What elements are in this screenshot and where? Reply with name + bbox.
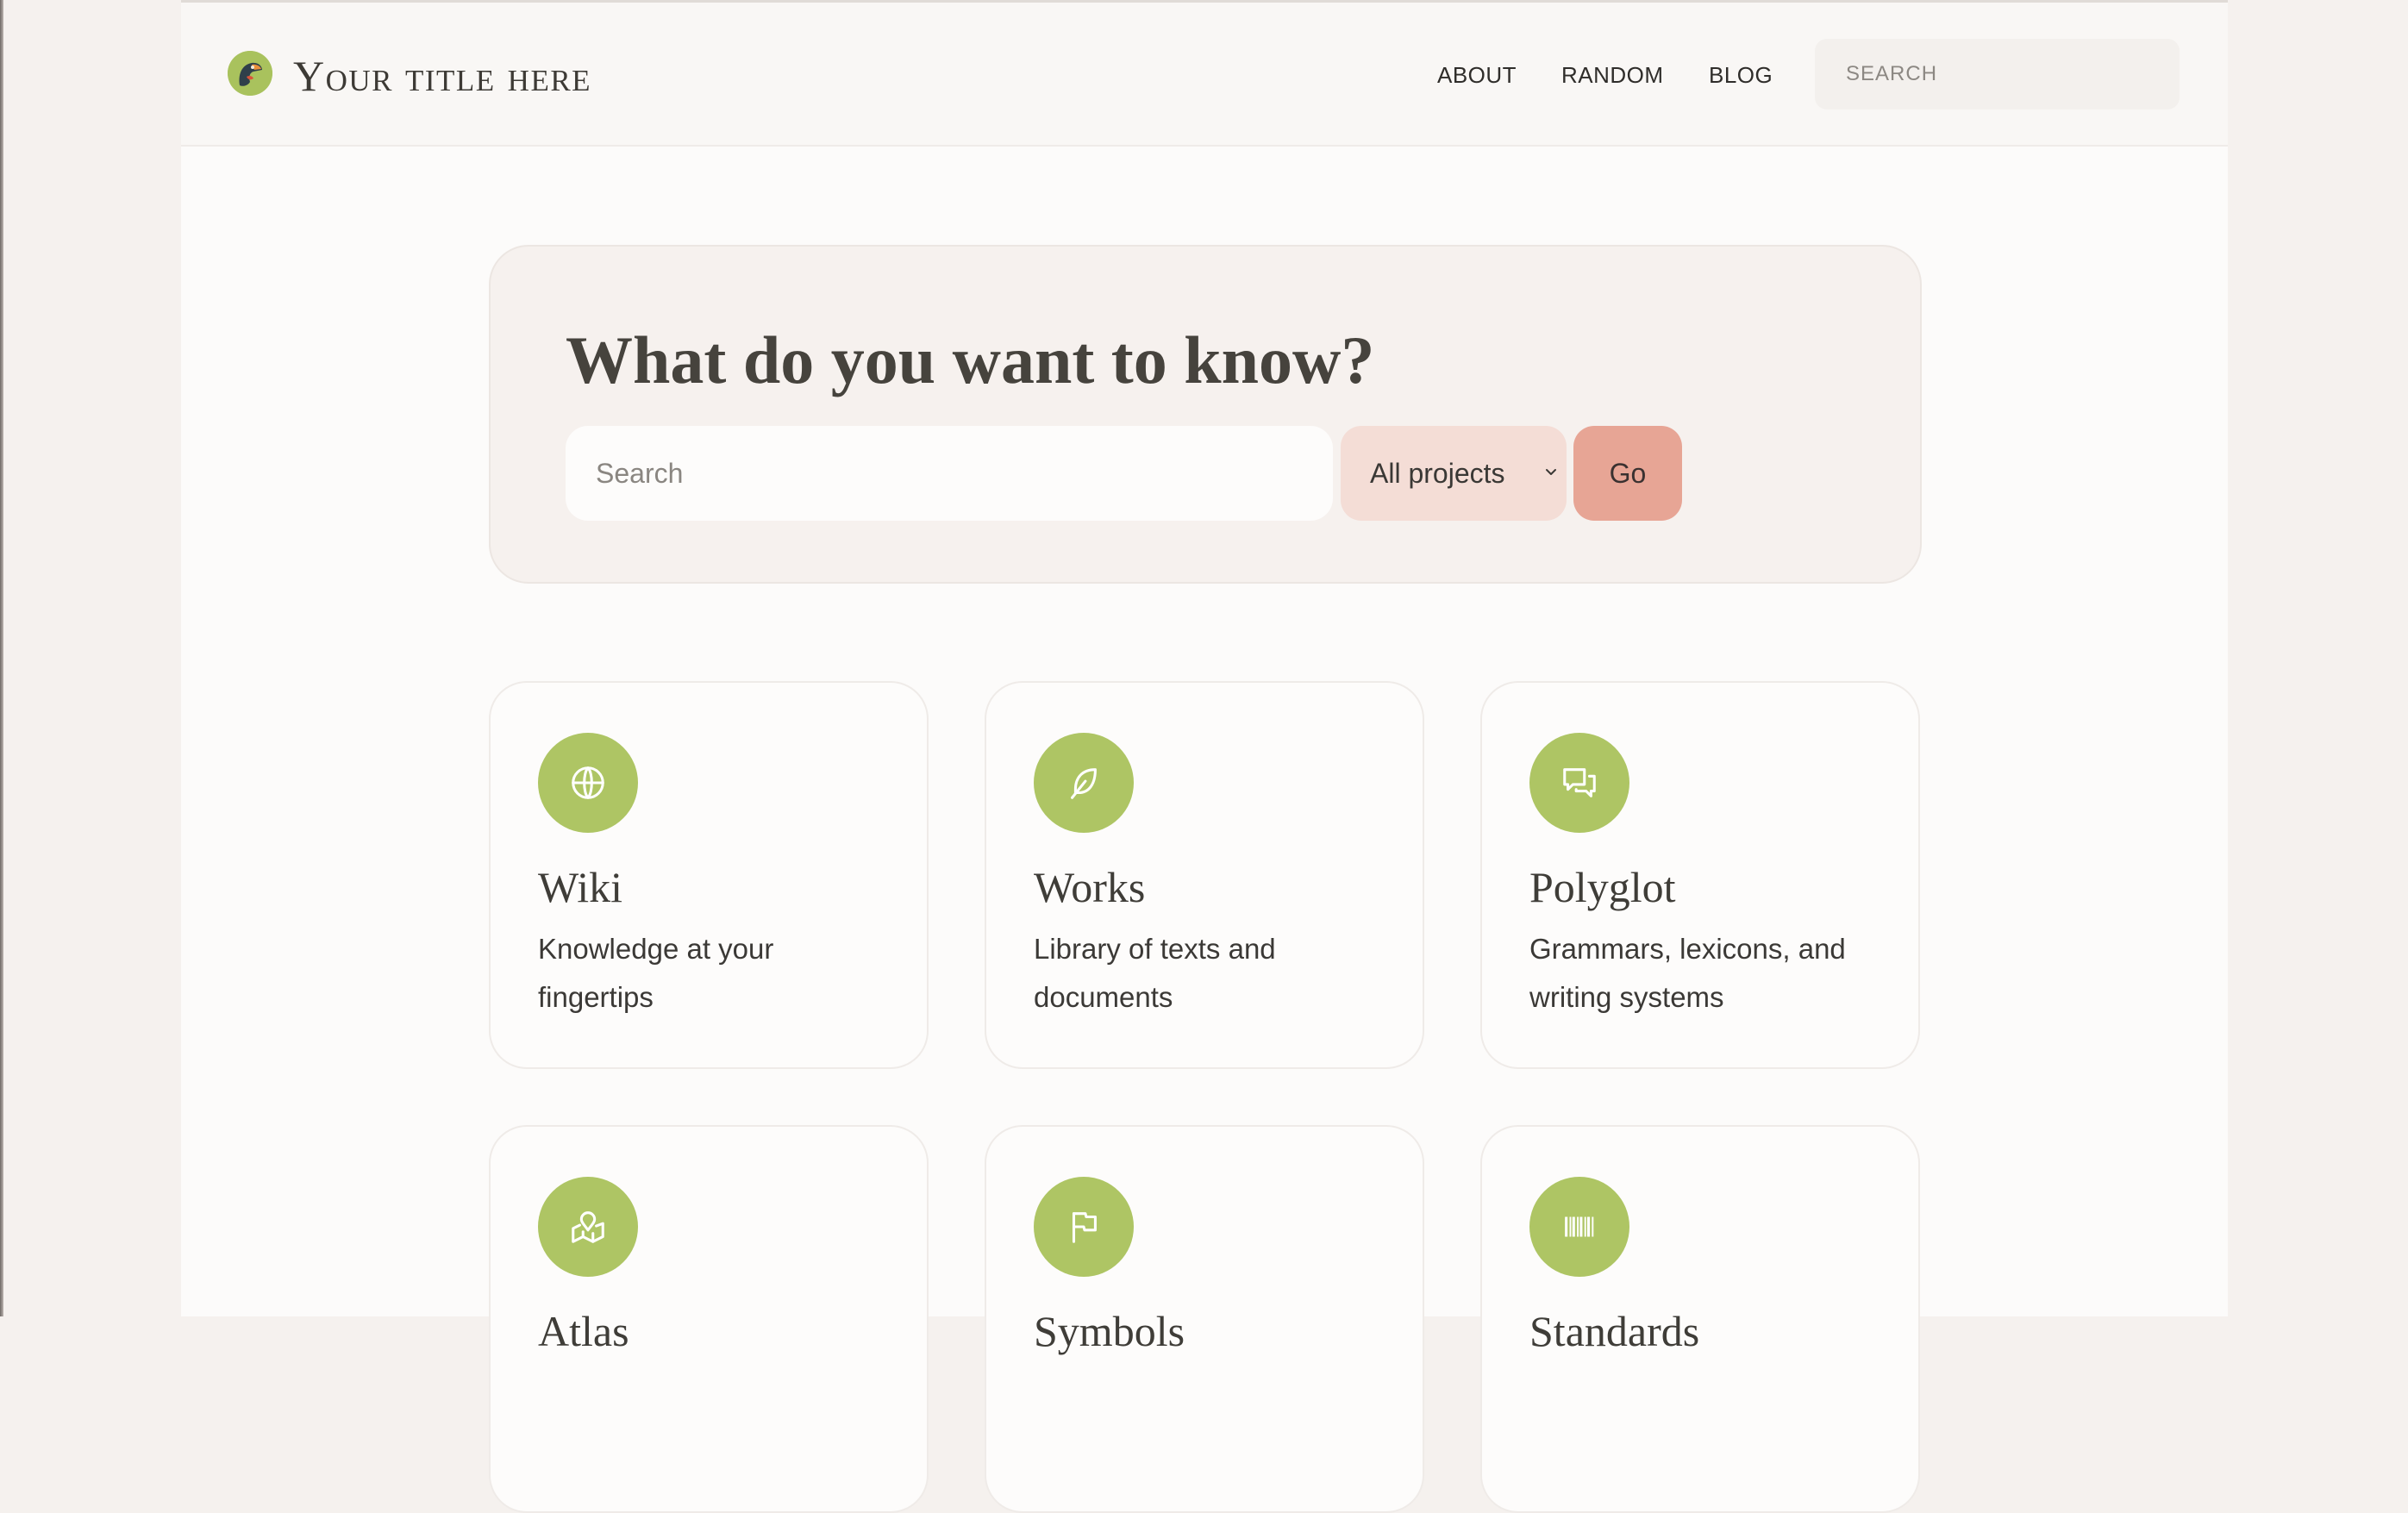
project-card-works[interactable]: Works Library of texts and documents [985,681,1424,1069]
project-card-polyglot[interactable]: Polyglot Grammars, lexicons, and writing… [1480,681,1920,1069]
card-description: Library of texts and documents [1034,933,1276,1013]
project-card-standards[interactable]: Standards [1480,1125,1920,1513]
card-title: Polyglot [1529,863,1676,911]
page: Your title here ABOUT RANDOM BLOG What d… [181,0,2228,1513]
map-pin-icon [538,1177,638,1277]
nav-link-blog[interactable]: BLOG [1709,61,1773,89]
nav-link-random[interactable]: RANDOM [1561,61,1664,89]
chevron-down-icon [1546,469,1556,475]
project-select[interactable]: All projects [1341,426,1567,521]
site-title[interactable]: Your title here [293,51,591,101]
card-description: Grammars, lexicons, and writing systems [1529,933,1846,1013]
card-title: Standards [1529,1307,1700,1355]
nav-link-about[interactable]: ABOUT [1437,61,1517,89]
card-title: Symbols [1034,1307,1185,1355]
hero-search-input[interactable] [566,426,1333,521]
card-title: Wiki [538,863,622,911]
barcode-icon [1529,1177,1629,1277]
header-search-input[interactable] [1815,39,2180,109]
hero-search-panel: What do you want to know? All projects G… [489,245,1922,584]
card-title: Atlas [538,1307,629,1355]
go-button[interactable]: Go [1573,426,1682,521]
hero-title: What do you want to know? [566,322,1375,397]
project-card-wiki[interactable]: Wiki Knowledge at your fingertips [489,681,929,1069]
card-title: Works [1034,863,1146,911]
card-description: Knowledge at your fingertips [538,933,774,1013]
site-logo-icon[interactable] [228,51,272,96]
globe-icon [538,733,638,833]
chat-bubbles-icon [1529,733,1629,833]
flag-icon [1034,1177,1134,1277]
window-left-edge [0,0,3,1316]
site-header: Your title here ABOUT RANDOM BLOG [181,3,2228,147]
project-card-symbols[interactable]: Symbols [985,1125,1424,1513]
project-select-value: All projects [1370,458,1505,489]
project-card-atlas[interactable]: Atlas [489,1125,929,1513]
feather-icon [1034,733,1134,833]
